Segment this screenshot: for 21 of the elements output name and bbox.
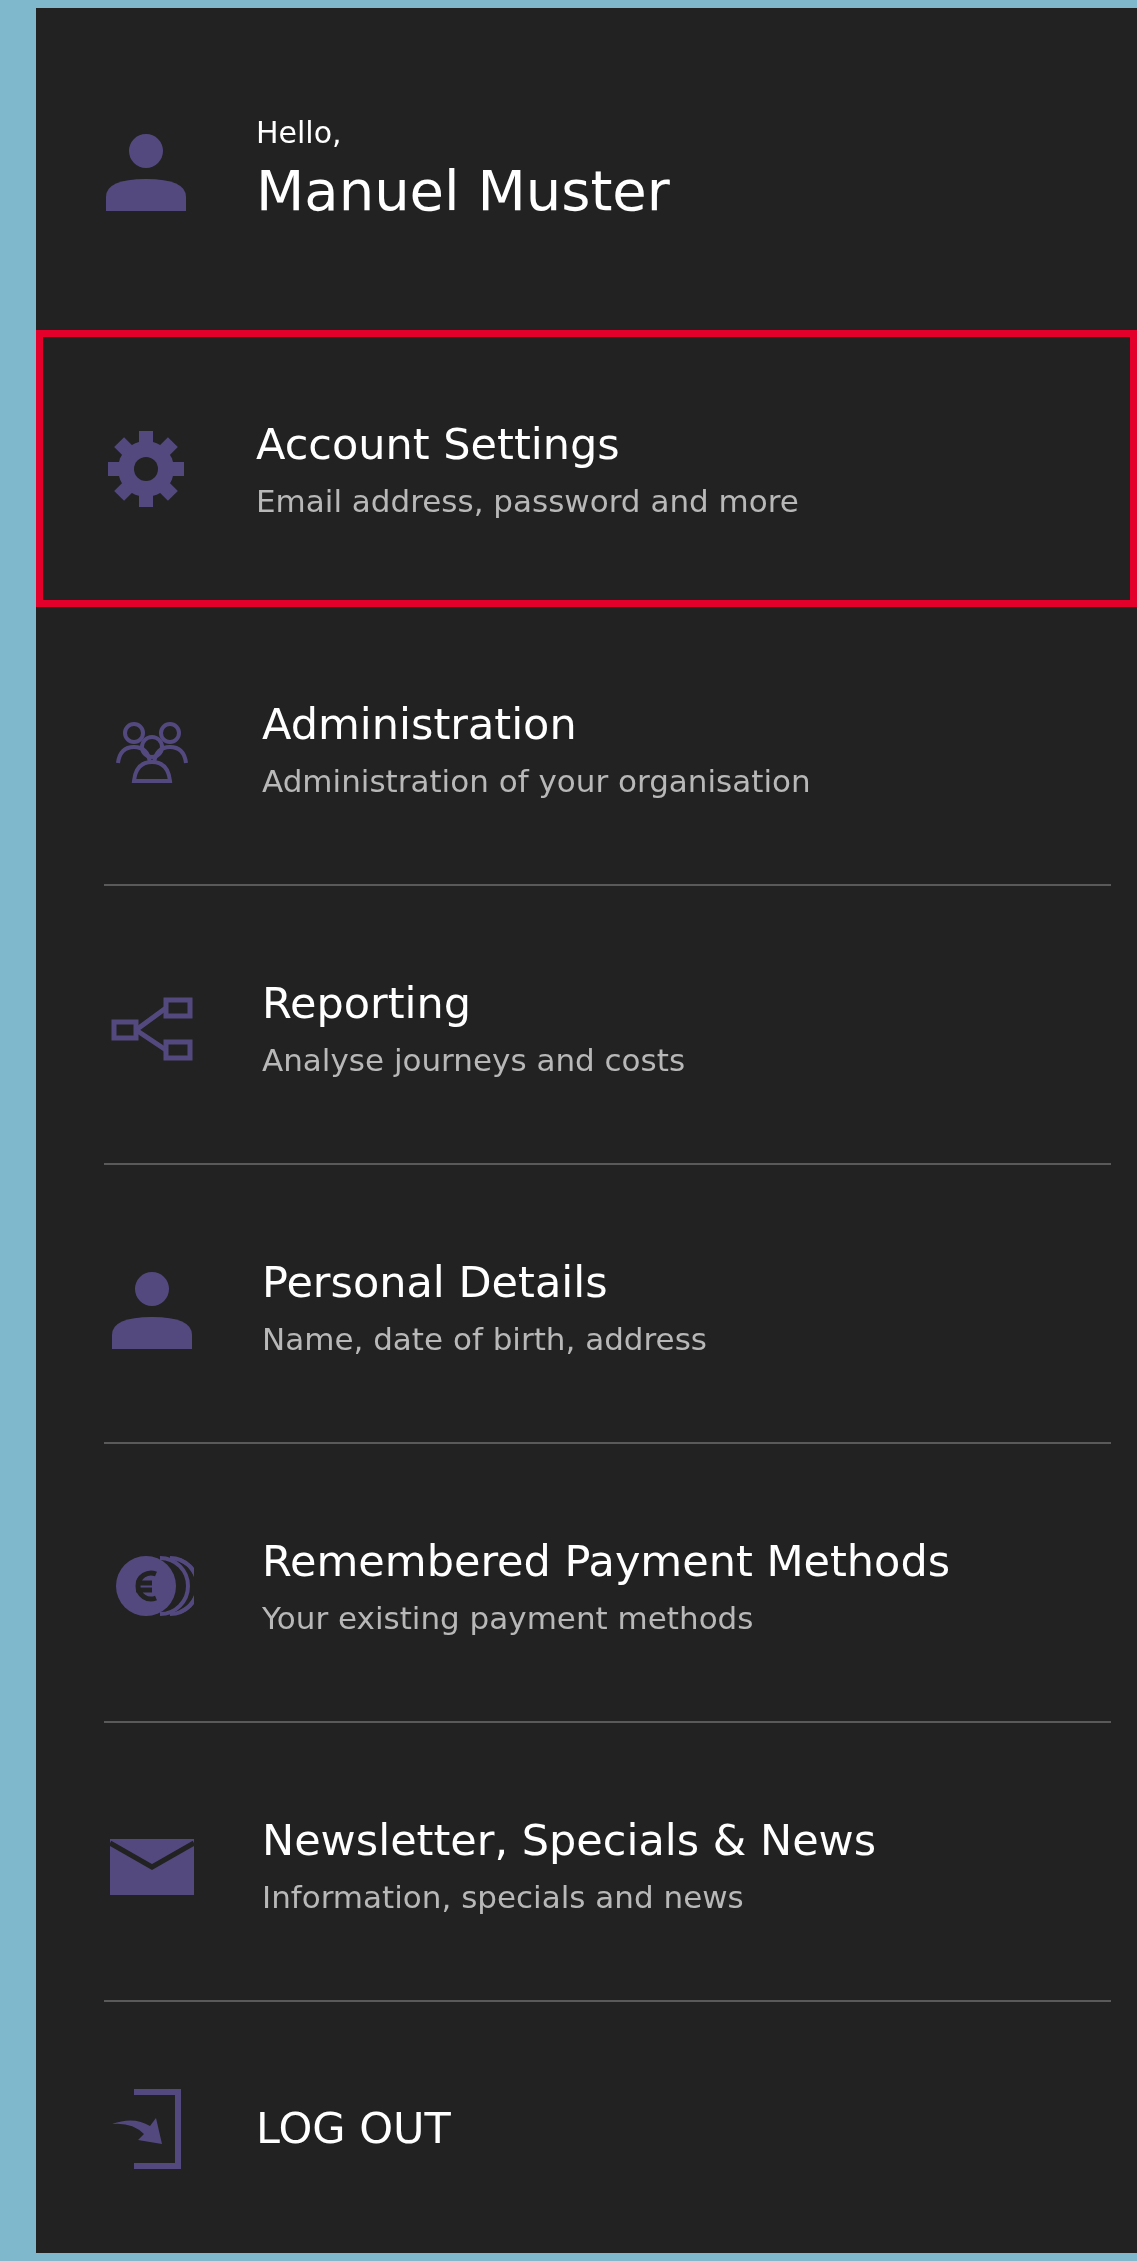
menu-item-subtitle: Your existing payment methods	[262, 1599, 755, 1636]
menu-item[interactable]: Account Settings Email address, password and more	[36, 330, 1137, 607]
menu-item[interactable]: Reporting Analyse journeys and costs	[36, 886, 1137, 1163]
menu-item[interactable]: Administration Administration of your organisation	[36, 607, 1137, 884]
menu-item-title: Personal Details	[262, 1256, 609, 1307]
menu-item-title: Newsletter, Specials & News	[262, 1814, 877, 1865]
menu-item-subtitle: Information, specials and news	[262, 1878, 745, 1915]
user-name: Manuel Muster	[256, 158, 670, 223]
greeting: Hello,	[256, 115, 343, 150]
menu-item[interactable]: Newsletter, Specials & News Information, specials and news	[36, 1723, 1137, 2000]
menu-item-subtitle: Administration of your organisation	[262, 762, 811, 799]
menu-item-subtitle: Analyse journeys and costs	[262, 1041, 686, 1078]
menu-item[interactable]: Personal Details Name, date of birth, address	[36, 1165, 1137, 1442]
menu-item-title: Account Settings	[256, 418, 621, 469]
menu-item-subtitle: Name, date of birth, address	[262, 1320, 707, 1357]
menu-item-title: Remembered Payment Methods	[262, 1535, 951, 1586]
menu-item[interactable]: Remembered Payment Methods Your existing payment methods	[36, 1444, 1137, 1721]
menu-item-title: Reporting	[262, 977, 473, 1028]
menu-item-subtitle: Email address, password and more	[256, 482, 799, 519]
logout-link[interactable]: LOG OUT	[256, 2102, 451, 2153]
menu-item-title: Administration	[262, 698, 578, 749]
